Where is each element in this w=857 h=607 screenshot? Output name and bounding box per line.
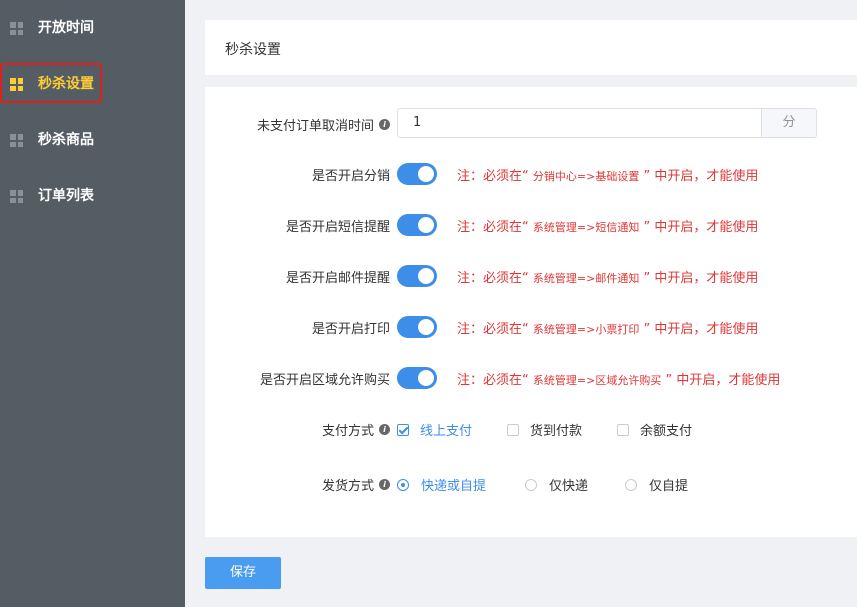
payment-label-text: 支付方式 [321, 424, 374, 439]
switch-row-distribution: 是否开启分销 注：必须在“ 分销中心=>基础设置 ” 中开启，才能使用 [205, 158, 857, 190]
delivery-option-express-only[interactable]: 仅快递 [525, 475, 588, 494]
note-text: 注：必须在“ 系统管理=>邮件通知 ” 中开启，才能使用 [457, 267, 758, 286]
option-label: 货到付款 [530, 424, 583, 439]
delivery-label: 发货方式 i [322, 475, 390, 494]
cancel-time-input[interactable]: 1 [397, 108, 762, 138]
switch-label: 是否开启区域允许购买 [259, 373, 390, 388]
payment-option-cod[interactable]: 货到付款 [507, 420, 582, 439]
cancel-time-unit: 分 [762, 108, 817, 138]
note-quote-close: ” [643, 271, 651, 286]
note-suffix: 中开启，才能使用 [654, 322, 759, 337]
note-prefix: 注：必须在 [457, 220, 523, 235]
note-quote-close: ” [643, 322, 651, 337]
payment-row: 支付方式 i 线上支付 货到付款 余额支付 [205, 413, 857, 445]
note-quote-close: ” [643, 220, 651, 235]
info-icon[interactable]: i [379, 479, 390, 490]
page-header: 秒杀设置 [205, 20, 857, 75]
option-label: 仅快递 [549, 479, 589, 494]
distribution-toggle[interactable] [397, 163, 437, 185]
sidebar-item-open-time[interactable]: 开放时间 [0, 0, 185, 56]
note-suffix: 中开启，才能使用 [654, 220, 759, 235]
note-text: 注：必须在“ 系统管理=>区域允许购买 ” 中开启，才能使用 [457, 369, 780, 388]
sidebar-item-label: 秒杀商品 [38, 132, 94, 148]
switch-label: 是否开启短信提醒 [285, 220, 390, 235]
note-quote-open: “ [522, 220, 529, 235]
cancel-time-label-text: 未支付订单取消时间 [256, 119, 374, 134]
option-label: 快递或自提 [421, 479, 487, 494]
switch-row-region: 是否开启区域允许购买 注：必须在“ 系统管理=>区域允许购买 ” 中开启，才能使… [205, 362, 857, 394]
note-path: 系统管理=>小票打印 [532, 323, 640, 336]
note-quote-open: “ [522, 271, 529, 286]
radio[interactable] [525, 478, 537, 491]
checkbox[interactable] [397, 423, 409, 436]
sidebar-item-flash-sale-products[interactable]: 秒杀商品 [0, 112, 185, 168]
option-label: 余额支付 [640, 424, 693, 439]
option-label: 仅自提 [649, 479, 689, 494]
toggle-knob [418, 217, 434, 233]
delivery-row: 发货方式 i 快递或自提 仅快递 仅自提 [205, 468, 857, 500]
payment-option-online[interactable]: 线上支付 [397, 420, 472, 439]
checkbox[interactable] [617, 423, 629, 436]
sidebar-item-label: 订单列表 [38, 188, 94, 204]
cancel-time-row: 未支付订单取消时间 i 1 分 [205, 108, 857, 140]
note-suffix: 中开启，才能使用 [654, 169, 759, 184]
note-suffix: 中开启，才能使用 [654, 271, 759, 286]
note-quote-open: “ [522, 169, 529, 184]
note-prefix: 注：必须在 [457, 169, 523, 184]
note-text: 注：必须在“ 系统管理=>小票打印 ” 中开启，才能使用 [457, 318, 758, 337]
note-prefix: 注：必须在 [457, 271, 523, 286]
note-text: 注：必须在“ 分销中心=>基础设置 ” 中开启，才能使用 [457, 165, 758, 184]
toggle-knob [418, 370, 434, 386]
toggle-knob [418, 166, 434, 182]
toggle-knob [418, 268, 434, 284]
note-path: 系统管理=>邮件通知 [532, 272, 640, 285]
note-quote-close: ” [643, 169, 651, 184]
switch-row-print: 是否开启打印 注：必须在“ 系统管理=>小票打印 ” 中开启，才能使用 [205, 311, 857, 343]
switch-row-sms: 是否开启短信提醒 注：必须在“ 系统管理=>短信通知 ” 中开启，才能使用 [205, 209, 857, 241]
page-title: 秒杀设置 [225, 42, 281, 58]
toggle-knob [418, 319, 434, 335]
note-path: 系统管理=>短信通知 [532, 221, 640, 234]
payment-label: 支付方式 i [322, 420, 390, 439]
sidebar-item-label: 开放时间 [38, 20, 94, 36]
note-suffix: 中开启，才能使用 [676, 373, 781, 388]
radio[interactable] [397, 478, 409, 491]
sms-toggle[interactable] [397, 214, 437, 236]
note-prefix: 注：必须在 [457, 322, 523, 337]
switch-label: 是否开启分销 [311, 169, 390, 184]
checkbox[interactable] [507, 423, 519, 436]
note-quote-close: ” [665, 373, 673, 388]
print-toggle[interactable] [397, 316, 437, 338]
region-toggle[interactable] [397, 367, 437, 389]
note-text: 注：必须在“ 系统管理=>短信通知 ” 中开启，才能使用 [457, 216, 758, 235]
highlight-box [0, 63, 102, 103]
note-quote-open: “ [522, 322, 529, 337]
info-icon[interactable]: i [379, 424, 390, 435]
grid-icon [10, 22, 23, 35]
delivery-option-pickup-only[interactable]: 仅自提 [625, 475, 688, 494]
sidebar: 开放时间 秒杀设置 秒杀商品 订单列表 [0, 0, 185, 607]
sidebar-item-order-list[interactable]: 订单列表 [0, 168, 185, 224]
email-toggle[interactable] [397, 265, 437, 287]
payment-option-balance[interactable]: 余额支付 [617, 420, 692, 439]
delivery-option-express-or-pickup[interactable]: 快递或自提 [397, 475, 486, 494]
delivery-label-text: 发货方式 [321, 479, 374, 494]
grid-icon [10, 190, 23, 203]
switch-label: 是否开启打印 [311, 322, 390, 337]
switch-label: 是否开启邮件提醒 [285, 271, 390, 286]
radio[interactable] [625, 478, 637, 491]
note-path: 分销中心=>基础设置 [532, 170, 640, 183]
switch-row-email: 是否开启邮件提醒 注：必须在“ 系统管理=>邮件通知 ” 中开启，才能使用 [205, 260, 857, 292]
grid-icon [10, 134, 23, 147]
save-button[interactable]: 保存 [205, 557, 281, 589]
note-prefix: 注：必须在 [457, 373, 523, 388]
cancel-time-label: 未支付订单取消时间 i [257, 115, 390, 134]
info-icon[interactable]: i [379, 119, 390, 130]
option-label: 线上支付 [420, 424, 473, 439]
note-quote-open: “ [522, 373, 529, 388]
settings-form: 未支付订单取消时间 i 1 分 是否开启分销 注：必须在“ 分销中心=>基础设置 … [205, 87, 857, 537]
note-path: 系统管理=>区域允许购买 [532, 374, 662, 387]
